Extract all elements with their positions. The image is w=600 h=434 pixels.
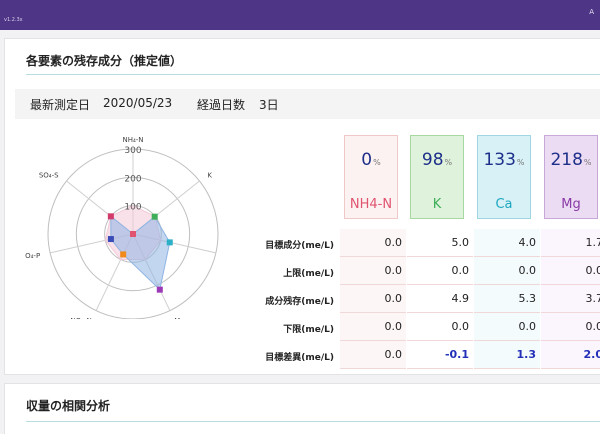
radar-chart: 300200100NH₄-NKCaMgNO₃-NPO₄-PSO₄-S — [25, 136, 219, 319]
tile-percentage: 133% — [478, 150, 530, 170]
radar-axis-label: SO₄-S — [39, 172, 59, 180]
residual-components-card: 各要素の残存成分（推定値） 最新測定日 2020/05/23 経過日数 3日 3… — [4, 38, 600, 375]
table-cell: 1.3 — [474, 341, 540, 369]
table-row-label: 上限(me/L) — [283, 269, 334, 279]
measurement-info-bar: 最新測定日 2020/05/23 経過日数 3日 — [15, 89, 600, 119]
tile-pct-unit: % — [583, 158, 592, 167]
radar-point-marker — [120, 251, 127, 258]
elapsed-days-value: 3日 — [259, 98, 279, 112]
element-tile: 133% Ca — [477, 135, 531, 219]
app-header-bar: v1.2.3x A — [0, 0, 600, 30]
radar-point-marker — [166, 239, 173, 246]
radar-point-marker — [107, 213, 114, 220]
header-corner-text[interactable]: A — [589, 8, 594, 16]
tile-pct-unit: % — [516, 158, 525, 167]
table-cell: 0.0 — [541, 313, 600, 341]
table-cell: 3.7 — [541, 285, 600, 313]
table-cell: 0.0 — [340, 229, 406, 257]
radar-point-marker — [151, 213, 158, 220]
table-cell: 0.0 — [340, 313, 406, 341]
title-divider — [26, 74, 600, 75]
tile-element-name: NH4-N — [349, 197, 393, 212]
table-cell: 4.0 — [474, 229, 540, 257]
tile-element-name: Mg — [561, 197, 581, 212]
radar-tick-label: 200 — [124, 174, 141, 184]
element-tile: 0% NH4-N — [344, 135, 398, 219]
table-cell: 0.0 — [340, 341, 406, 369]
table-cell: 0.0 — [340, 257, 406, 285]
element-tile: 98% K — [410, 135, 464, 219]
radar-axis-label: PO₄-P — [25, 252, 40, 260]
radar-axis-label: NH₄-N — [122, 136, 143, 144]
tile-pct-value: 218 — [550, 150, 583, 170]
tile-percentage: 218% — [545, 150, 597, 170]
header-small-text: v1.2.3x — [4, 17, 23, 23]
title-divider-2 — [26, 421, 600, 422]
element-tile: 218% Mg — [544, 135, 598, 219]
radar-point-marker — [156, 286, 163, 293]
yield-correlation-card: 収量の相関分析 — [4, 383, 600, 434]
radar-axis-label: NO₃-N — [70, 317, 91, 319]
tile-percentage: 0% — [345, 150, 397, 170]
table-cell: 0.0 — [407, 257, 473, 285]
table-cell: 5.3 — [474, 285, 540, 313]
table-cell: 5.0 — [407, 229, 473, 257]
table-cell: -0.1 — [407, 341, 473, 369]
radar-tick-label: 300 — [124, 146, 141, 156]
table-cell: 2.0 — [541, 341, 600, 369]
tile-element-name: K — [432, 197, 442, 212]
table-row-label: 目標成分(me/L) — [265, 241, 334, 251]
last-measured-date: 2020/05/23 — [103, 96, 173, 110]
radar-point-marker — [107, 236, 114, 243]
section-title-2: 収量の相関分析 — [26, 399, 111, 413]
table-cell: 1.7 — [541, 229, 600, 257]
tile-element-name: Ca — [495, 197, 513, 212]
table-row-label: 成分残存(me/L) — [265, 297, 334, 307]
table-cell: 0.0 — [474, 257, 540, 285]
table-cell: 0.0 — [340, 285, 406, 313]
tile-pct-unit: % — [373, 158, 381, 167]
last-measured-label: 最新測定日 — [30, 98, 91, 112]
tile-pct-value: 0 — [361, 150, 373, 170]
elapsed-days-label: 経過日数 — [197, 98, 246, 112]
table-cell: 0.0 — [407, 313, 473, 341]
table-cell: 0.0 — [474, 313, 540, 341]
radar-axis-label: K — [207, 172, 212, 180]
tile-pct-unit: % — [444, 158, 453, 167]
tile-pct-value: 98 — [421, 150, 444, 170]
table-cell: 4.9 — [407, 285, 473, 313]
radar-tick-label: 100 — [124, 203, 141, 213]
table-cell: 0.0 — [541, 257, 600, 285]
table-row-label: 目標差異(me/L) — [265, 353, 334, 363]
radar-axis-label: Mg — [174, 317, 184, 319]
tile-percentage: 98% — [411, 150, 463, 170]
tile-pct-value: 133 — [483, 150, 516, 170]
radar-point-marker — [130, 231, 136, 237]
section-title: 各要素の残存成分（推定値） — [26, 54, 183, 68]
table-row-label: 下限(me/L) — [283, 325, 334, 335]
